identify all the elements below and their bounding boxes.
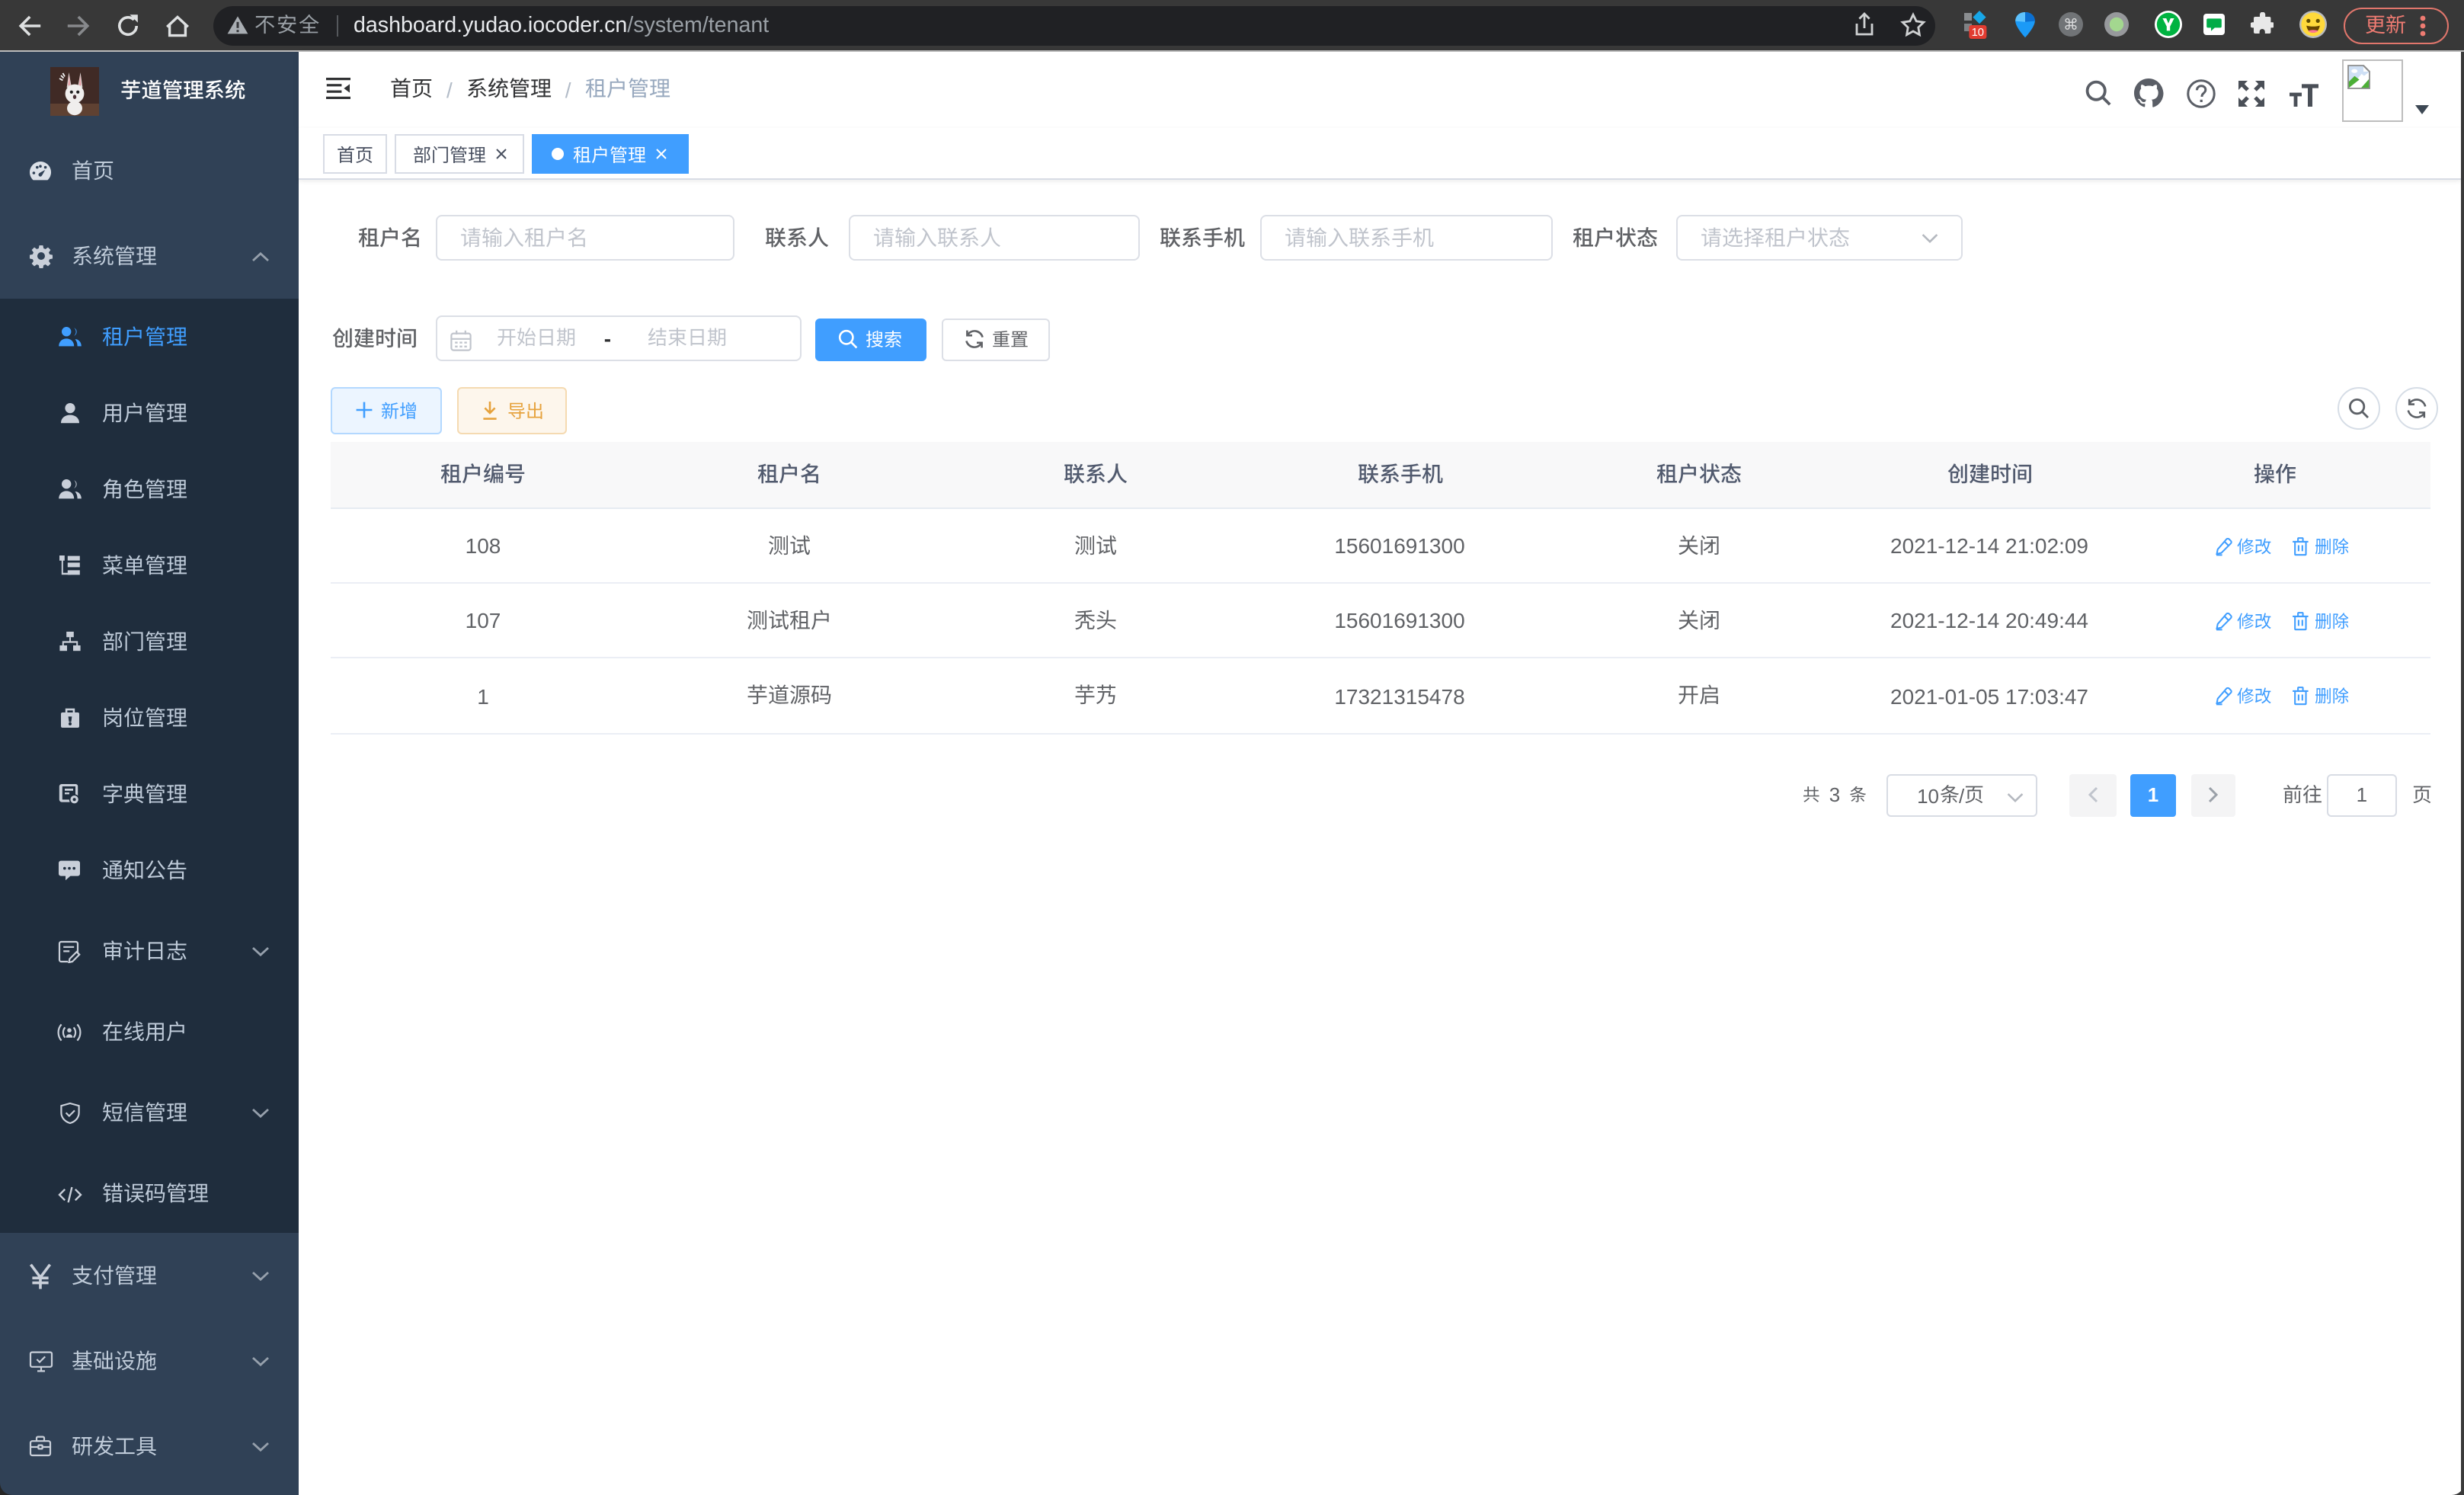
svg-text:⌘: ⌘ [2063, 17, 2078, 34]
svg-text:10: 10 [1971, 27, 1983, 39]
